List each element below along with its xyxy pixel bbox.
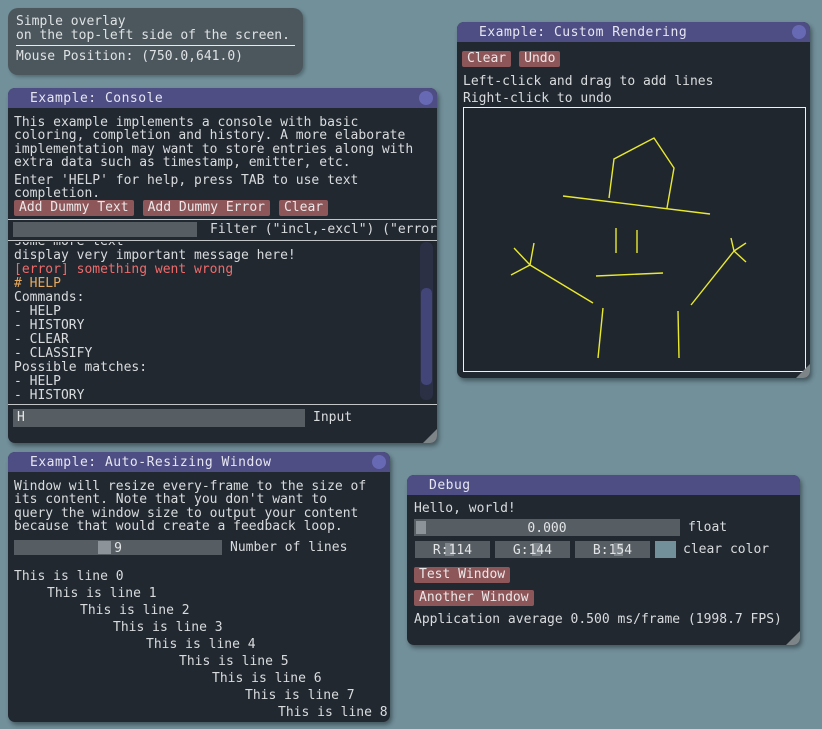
console-scrollbar[interactable] bbox=[420, 242, 433, 400]
hint-text: Right-click to undo bbox=[463, 92, 612, 105]
resizing-line: This is line 3 bbox=[14, 619, 388, 636]
separator bbox=[16, 45, 295, 46]
clear-button[interactable]: Clear bbox=[279, 200, 328, 216]
hello-text: Hello, world! bbox=[414, 502, 516, 515]
resizing-line: This is line 2 bbox=[14, 602, 388, 619]
window-title: Debug bbox=[429, 478, 471, 493]
color-edit-r-value: R:114 bbox=[415, 543, 490, 558]
console-intro-text: This example implements a console with b… bbox=[14, 116, 413, 170]
auto-resizing-titlebar[interactable]: Example: Auto-Resizing Window bbox=[8, 452, 390, 472]
resizing-line: This is line 0 bbox=[14, 568, 388, 585]
separator bbox=[8, 404, 437, 405]
console-log-line: Possible matches: bbox=[14, 361, 415, 375]
window-title: Example: Auto-Resizing Window bbox=[30, 455, 271, 470]
drawing-canvas[interactable] bbox=[463, 107, 806, 372]
console-log-line: [error] something went wrong bbox=[14, 263, 415, 277]
window-title: Example: Console bbox=[30, 91, 163, 106]
resizing-line: This is line 5 bbox=[14, 653, 388, 670]
resizing-line: This is line 1 bbox=[14, 585, 388, 602]
filter-label: Filter ("incl,-excl") ("error") bbox=[210, 223, 437, 236]
color-edit-r[interactable]: R:114 bbox=[415, 541, 490, 558]
hint-text: Left-click and drag to add lines bbox=[463, 75, 713, 88]
float-slider-label: float bbox=[688, 521, 727, 534]
console-log-line: - HELP bbox=[14, 305, 415, 319]
window-custom-rendering: Example: Custom Rendering Clear Undo Lef… bbox=[457, 22, 810, 378]
slider-label: Number of lines bbox=[230, 541, 347, 554]
add-dummy-error-button[interactable]: Add Dummy Error bbox=[143, 200, 270, 216]
scrollbar-thumb[interactable] bbox=[421, 288, 432, 385]
number-of-lines-slider[interactable]: 9 bbox=[14, 540, 222, 555]
resize-grip[interactable] bbox=[423, 429, 437, 443]
overlay-window: Simple overlay on the top-left side of t… bbox=[8, 8, 303, 75]
test-window-button[interactable]: Test Window bbox=[414, 567, 510, 583]
separator bbox=[8, 240, 437, 241]
another-window-button[interactable]: Another Window bbox=[414, 590, 534, 606]
console-input[interactable]: H bbox=[13, 409, 305, 427]
close-icon[interactable] bbox=[419, 91, 433, 105]
console-log-line: Commands: bbox=[14, 291, 415, 305]
console-log-line: - HELP bbox=[14, 375, 415, 389]
auto-resize-description: Window will resize every-frame to the si… bbox=[14, 480, 366, 534]
window-debug: Debug Hello, world! 0.000 float R:114 G:… bbox=[407, 475, 800, 645]
resize-grip[interactable] bbox=[786, 631, 800, 645]
filter-input[interactable] bbox=[13, 222, 197, 237]
resizing-line: This is line 8 bbox=[14, 704, 388, 721]
console-titlebar[interactable]: Example: Console bbox=[8, 88, 437, 108]
clear-color-swatch[interactable] bbox=[655, 541, 676, 558]
clear-button[interactable]: Clear bbox=[462, 51, 511, 67]
slider-value: 9 bbox=[14, 541, 222, 556]
console-log-line: - CLEAR bbox=[14, 333, 415, 347]
fps-stats: Application average 0.500 ms/frame (1998… bbox=[414, 613, 782, 626]
drawing-svg bbox=[464, 108, 805, 371]
debug-titlebar[interactable]: Debug bbox=[407, 475, 800, 495]
console-log-line: display very important message here! bbox=[14, 249, 415, 263]
resizing-line: This is line 7 bbox=[14, 687, 388, 704]
separator bbox=[8, 219, 437, 220]
undo-button[interactable]: Undo bbox=[519, 51, 560, 67]
console-help-text: Enter 'HELP' for help, press TAB to use … bbox=[14, 174, 358, 201]
color-edit-g-value: G:144 bbox=[495, 543, 570, 558]
resizing-line: This is line 6 bbox=[14, 670, 388, 687]
resize-grip[interactable] bbox=[796, 364, 810, 378]
close-icon[interactable] bbox=[792, 25, 806, 39]
window-title: Example: Custom Rendering bbox=[479, 25, 687, 40]
overlay-line: on the top-left side of the screen. bbox=[16, 29, 295, 43]
overlay-line: Simple overlay bbox=[16, 15, 295, 29]
console-input-label: Input bbox=[313, 411, 352, 424]
color-edit-b[interactable]: B:154 bbox=[575, 541, 650, 558]
clear-color-label: clear color bbox=[683, 543, 769, 556]
color-edit-b-value: B:154 bbox=[575, 543, 650, 558]
console-log-line: # HELP bbox=[14, 277, 415, 291]
slider-value: 0.000 bbox=[414, 521, 680, 536]
window-auto-resizing: Example: Auto-Resizing Window Window wil… bbox=[8, 452, 390, 722]
console-log[interactable]: some more textdisplay very important mes… bbox=[14, 242, 415, 400]
close-icon[interactable] bbox=[372, 455, 386, 469]
mouse-position: Mouse Position: (750.0,641.0) bbox=[16, 50, 295, 64]
float-slider[interactable]: 0.000 bbox=[414, 519, 680, 536]
console-log-line: - CLASSIFY bbox=[14, 347, 415, 361]
add-dummy-text-button[interactable]: Add Dummy Text bbox=[14, 200, 134, 216]
color-edit-g[interactable]: G:144 bbox=[495, 541, 570, 558]
console-log-line: - HISTORY bbox=[14, 389, 415, 400]
custom-rendering-titlebar[interactable]: Example: Custom Rendering bbox=[457, 22, 810, 42]
autoresize-lines: This is line 0This is line 1This is line… bbox=[14, 568, 388, 721]
window-console: Example: Console This example implements… bbox=[8, 88, 437, 443]
console-log-line: - HISTORY bbox=[14, 319, 415, 333]
resizing-line: This is line 4 bbox=[14, 636, 388, 653]
